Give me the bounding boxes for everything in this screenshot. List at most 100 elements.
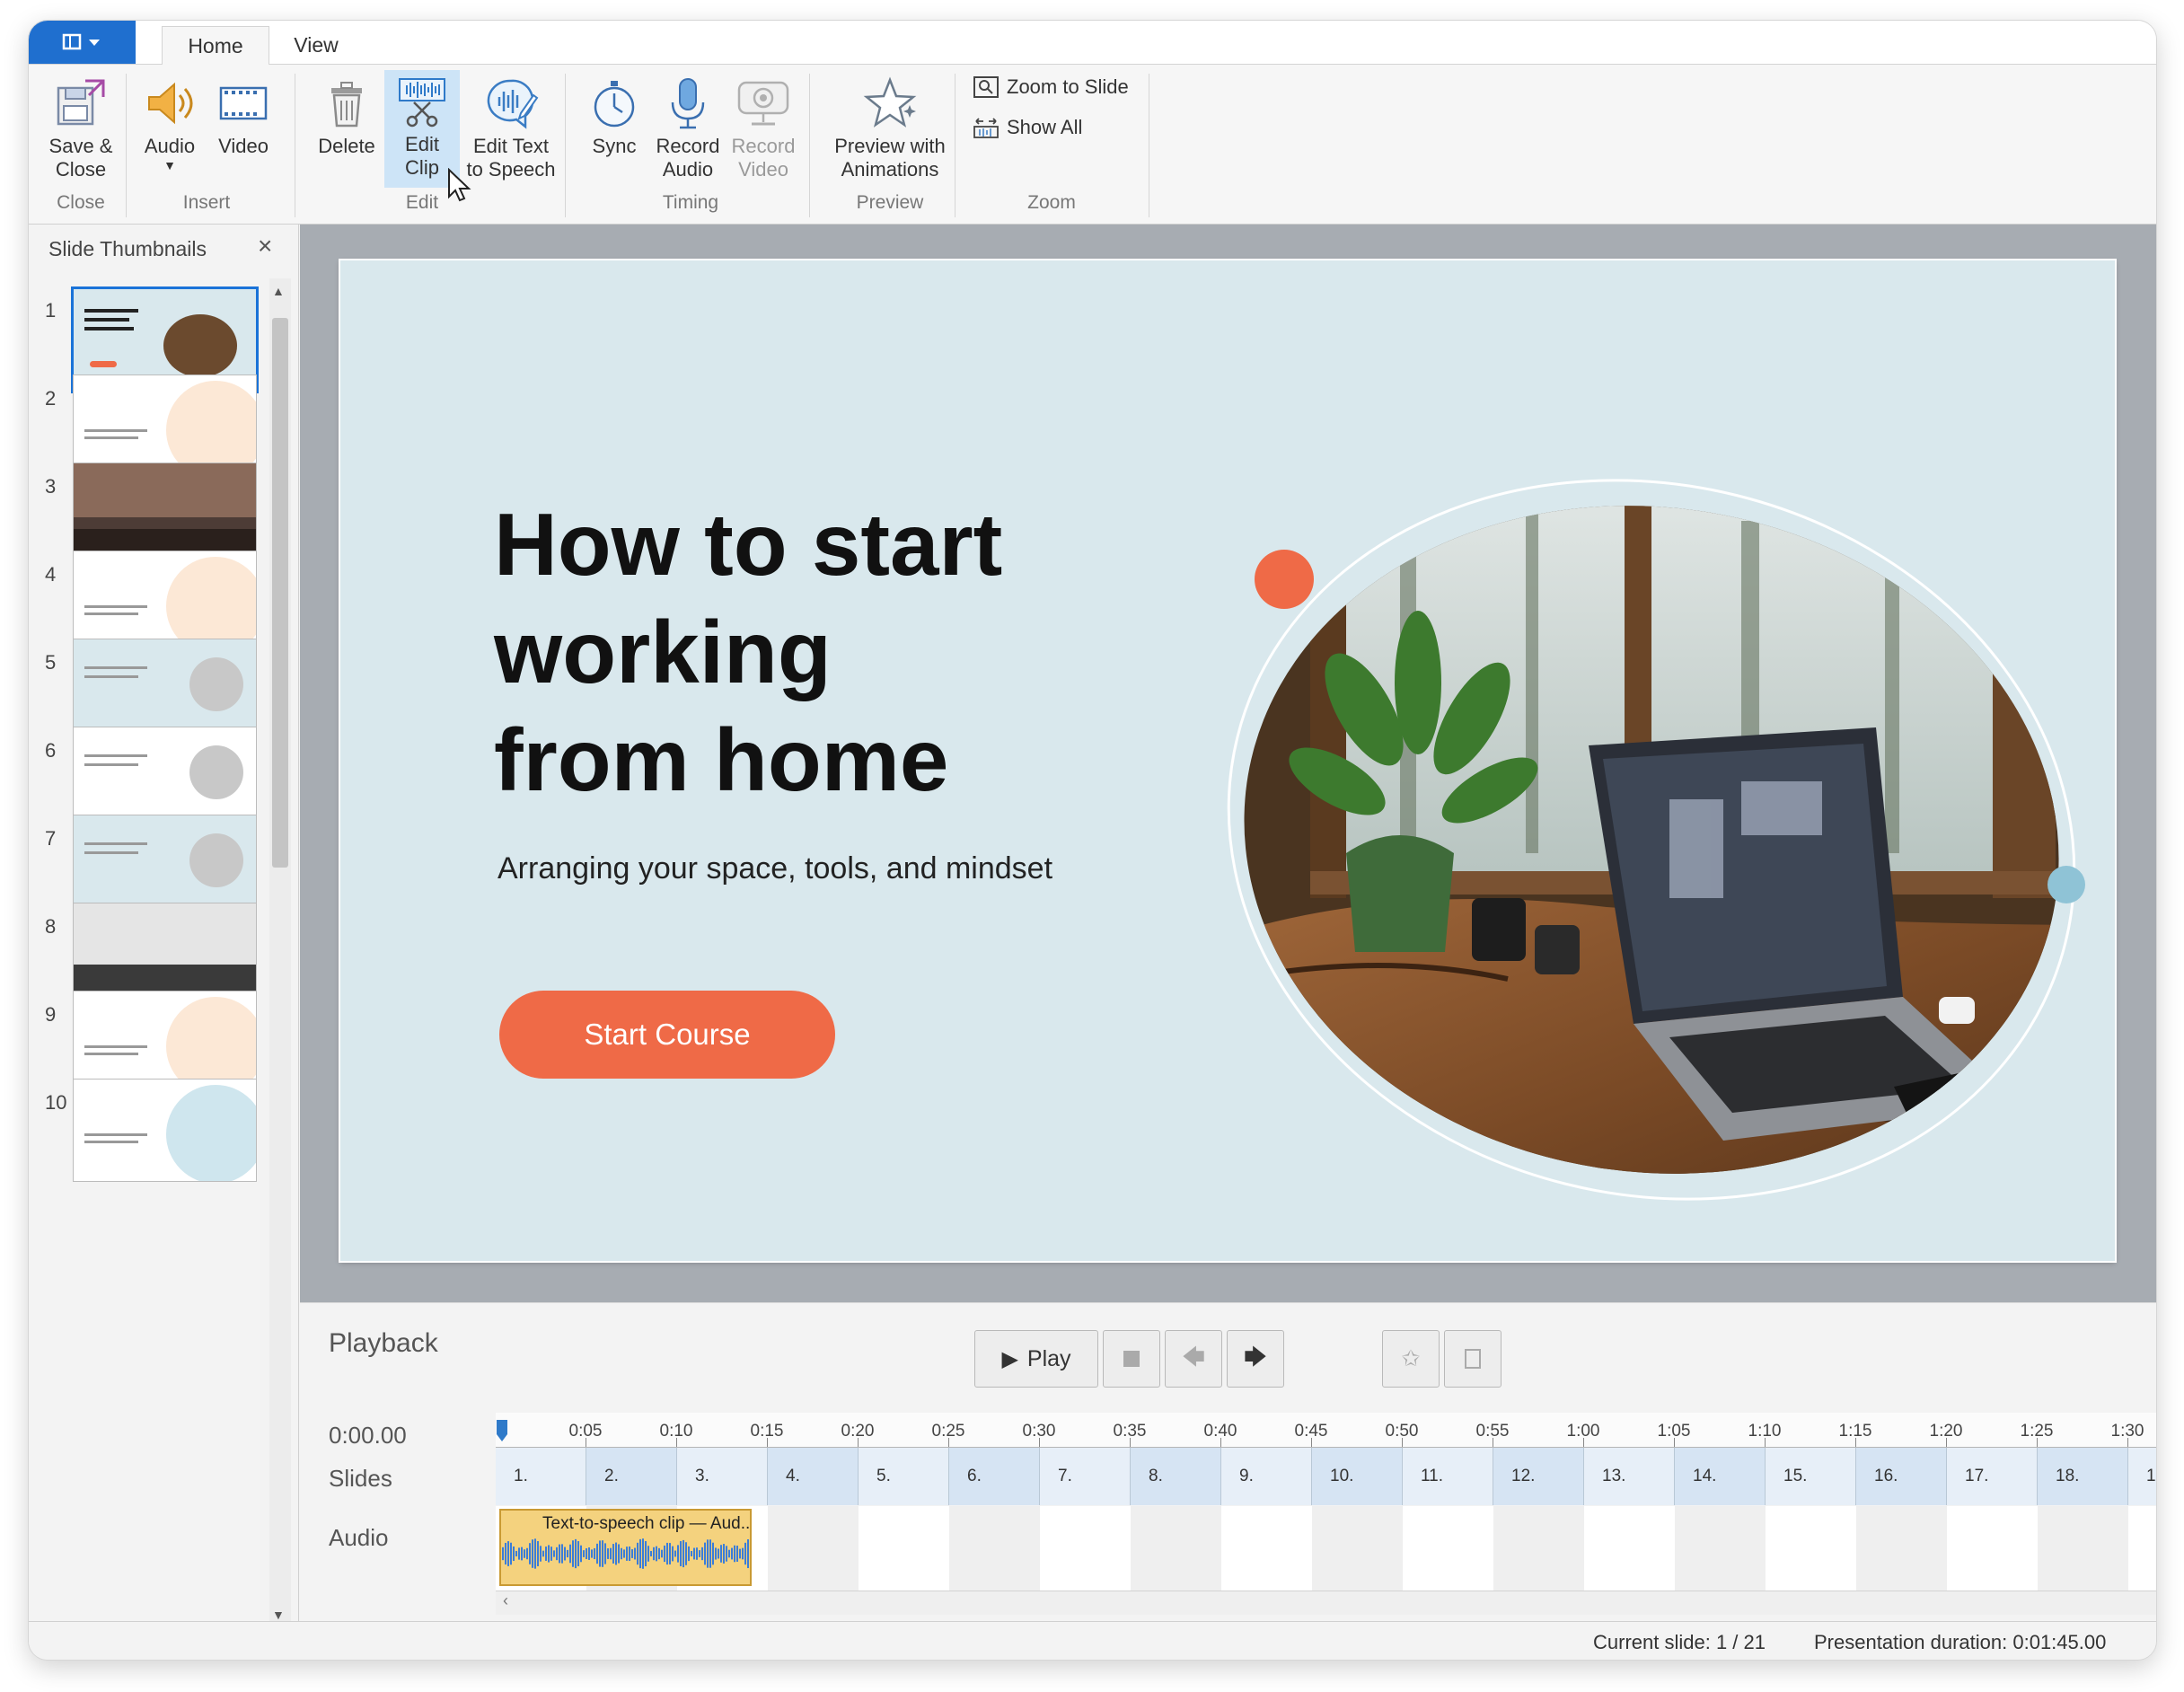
scroll-left-icon[interactable]: ‹ [503,1591,508,1610]
save-close-button[interactable]: Save & Close [43,72,119,181]
delete-button[interactable]: Delete [309,72,384,158]
video-button[interactable]: Video [210,72,277,158]
slide-title-line-3: from home [494,710,949,809]
audio-button[interactable]: Audio ▼ [136,72,203,172]
edit-text-to-speech-button[interactable]: Edit Text to Speech [463,72,559,181]
sync-button[interactable]: Sync [582,72,647,158]
slide-title-line-1: How to start [494,495,1003,594]
start-course-button[interactable]: Start Course [499,991,835,1079]
slide-track-cell[interactable]: 1. [496,1448,586,1505]
slide-track-cell[interactable]: 6. [949,1448,1040,1505]
blue-dot [2048,866,2085,903]
mouse-cursor-icon [448,168,471,202]
audio-track-cell [859,1506,949,1591]
group-label-zoom: Zoom [1027,192,1076,213]
slides-track[interactable]: 1. 2. 3. 4. 5. 6. 7. 8. 9. 10. 11. 12. 13. 14. 15. 16. 1… [496,1448,2156,1506]
play-icon: ▶ [1001,1346,1018,1371]
slide-track-cell[interactable]: 14. [1675,1448,1766,1505]
slide-track-cell[interactable]: 15. [1766,1448,1856,1505]
timeline-ruler[interactable]: 0:05 0:10 0:15 0:20 0:25 0:30 0:35 0:40 0:45 0:50… [496,1413,2156,1448]
stop-button[interactable] [1103,1330,1160,1388]
preview-with-animations-button[interactable]: Preview with Animations [823,72,957,181]
show-all-label: Show All [1007,116,1083,138]
audio-track[interactable]: Text-to-speech clip — Aud... [496,1506,2156,1591]
tick-mark [1311,1438,1312,1447]
slide-track-cell[interactable]: 2. [586,1448,677,1505]
slide-title-line-2: working [494,603,832,701]
group-label-preview: Preview [856,192,924,213]
stop-icon [1123,1351,1140,1367]
slide-button[interactable] [1444,1330,1502,1388]
tab-home[interactable]: Home [162,26,269,66]
playhead-icon[interactable] [496,1414,508,1447]
audio-label: Audio [144,135,196,157]
timeline-scrollbar[interactable]: ‹ [496,1591,2156,1615]
audio-track-cell [1131,1506,1221,1591]
slide-editor-area: How to start working from home Arranging… [300,225,2156,1302]
zoom-to-slide-button[interactable]: Zoom to Slide [973,75,1129,99]
tick-mark [948,1438,949,1447]
arrow-right-icon: 🡆 [1244,1344,1267,1370]
delete-label: Delete [318,135,375,157]
current-slide-status: Current slide: 1 / 21 [1593,1631,1766,1653]
previous-button[interactable]: 🡄 [1165,1330,1222,1388]
slide-subtitle[interactable]: Arranging your space, tools, and mindset [498,851,1052,886]
group-label-close: Close [57,192,105,213]
audio-track-cell [768,1506,859,1591]
playback-title: Playback [329,1328,438,1358]
slide-track-cell[interactable]: 13. [1584,1448,1675,1505]
slide-thumbnail[interactable] [73,1079,257,1182]
edit-clip-label-2: Clip [405,156,439,179]
play-label: Play [1026,1345,1071,1371]
slide-track-cell[interactable]: 5. [859,1448,949,1505]
slide-thumbnails-panel: Slide Thumbnails × 1 2 3 4 5 6 7 8 9 10 ▲ ▼ [29,225,299,1644]
slide-track-cell[interactable]: 7. [1040,1448,1131,1505]
scroll-up-icon[interactable]: ▲ [272,284,285,298]
ribbon-tab-strip: Home View [29,21,2156,66]
slide-canvas[interactable]: How to start working from home Arranging… [340,260,2115,1261]
star-icon: ✩ [1401,1346,1421,1371]
slide-track-cell[interactable]: 4. [768,1448,859,1505]
play-button[interactable]: ▶ Play [974,1330,1098,1388]
audio-track-cell [2128,1506,2156,1591]
slide-track-cell[interactable]: 8. [1131,1448,1221,1505]
panel-title: Slide Thumbnails [48,237,207,260]
tick-mark [2127,1438,2128,1447]
record-audio-button[interactable]: Record Audio [652,72,724,181]
tick-mark [1220,1438,1221,1447]
scroll-thumb[interactable] [272,318,288,868]
thumbnail-number: 4 [45,563,57,586]
animation-button[interactable]: ✩ [1382,1330,1440,1388]
slide-track-cell[interactable]: 12. [1493,1448,1584,1505]
slide-track-cell[interactable]: 19. [2128,1448,2156,1505]
record-video-button[interactable]: Record Video [727,72,799,181]
slide-track-cell[interactable]: 18. [2038,1448,2128,1505]
audio-track-cell [1584,1506,1675,1591]
slide-track-cell[interactable]: 16. [1856,1448,1947,1505]
tick-mark [1039,1438,1040,1447]
slide-track-cell[interactable]: 3. [677,1448,768,1505]
thumbnail-preview [74,1080,256,1181]
thumbnails-scrollbar[interactable]: ▲ ▼ [269,278,291,1627]
app-window: Home View Save & Close Audio ▼ Video Del… [28,20,2157,1661]
edit-text-to-speech-label-1: Edit Text [473,135,549,157]
app-menu-button[interactable] [29,21,136,64]
record-audio-label-2: Audio [662,158,714,181]
scroll-down-icon[interactable]: ▼ [272,1608,285,1622]
audio-clip[interactable]: Text-to-speech clip — Aud... [499,1509,752,1586]
thumbnail-number: 7 [45,827,57,850]
tick-mark [676,1438,677,1447]
tick-mark [1946,1438,1947,1447]
slide-title[interactable]: How to start working from home [494,490,1212,814]
next-button[interactable]: 🡆 [1227,1330,1284,1388]
close-icon[interactable]: × [258,232,272,260]
tab-view[interactable]: View [271,26,361,64]
slide-track-cell[interactable]: 9. [1221,1448,1312,1505]
slide-track-cell[interactable]: 11. [1403,1448,1493,1505]
show-all-button[interactable]: Show All [973,116,1082,139]
slide-track-cell[interactable]: 10. [1312,1448,1403,1505]
thumbnail-number: 3 [45,475,57,498]
film-icon [219,86,268,120]
slide-track-cell[interactable]: 17. [1947,1448,2038,1505]
slide-icon [1465,1349,1481,1369]
